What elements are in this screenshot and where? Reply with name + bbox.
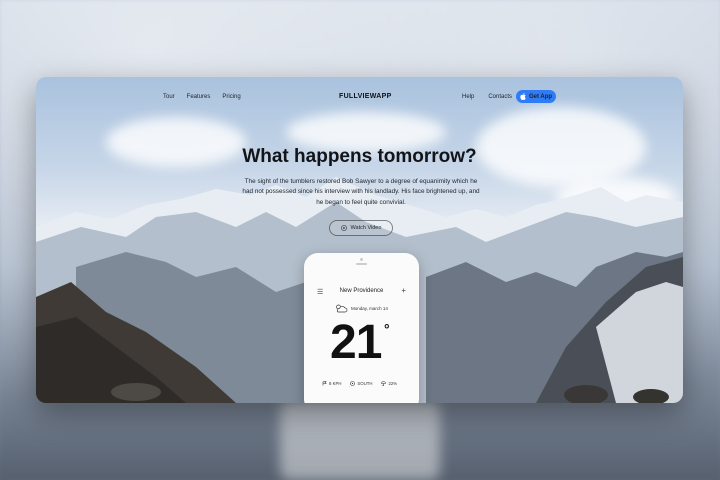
nav-link-pricing[interactable]: Pricing	[222, 94, 240, 100]
date-label: Monday, march 14	[351, 305, 388, 311]
humidity-value: 22%	[388, 381, 398, 386]
phone-mockup: ☰ New Providence + Monday, march 14 21 °…	[304, 253, 419, 403]
nav-left-links: Tour Features Pricing	[163, 94, 241, 100]
get-app-button[interactable]: Get App	[516, 90, 556, 103]
get-app-label: Get App	[528, 93, 553, 100]
umbrella-icon	[381, 381, 387, 386]
nav-link-help[interactable]: Help	[462, 94, 474, 100]
logo[interactable]: FULLVIEWAPP	[339, 93, 392, 100]
direction-stat: SOUTH	[350, 381, 372, 386]
website-preview: Tour Features Pricing FULLVIEWAPP Help C…	[36, 77, 683, 403]
phone-camera	[360, 258, 363, 261]
nav-right-links: Help Contacts	[462, 94, 512, 100]
wind-stat: 8 KPH	[322, 381, 341, 386]
wind-flag-icon	[322, 381, 327, 386]
apple-icon	[520, 93, 526, 100]
top-navigation: Tour Features Pricing FULLVIEWAPP Help C…	[36, 77, 683, 117]
direction-value: SOUTH	[357, 381, 373, 386]
weather-stats: 8 KPH SOUTH 22%	[322, 381, 397, 386]
compass-icon	[350, 381, 356, 386]
hero-description: The sight of the tumblers restored Bob S…	[242, 178, 480, 206]
play-icon	[340, 225, 347, 231]
hero-title: What happens tomorrow?	[242, 146, 477, 167]
blurred-background-phone	[280, 400, 440, 480]
temperature-value: 21	[330, 316, 382, 369]
watch-video-button[interactable]: Watch Video	[329, 220, 393, 236]
date-row: Monday, march 14	[334, 303, 388, 313]
nav-link-tour[interactable]: Tour	[163, 94, 175, 100]
humidity-stat: 22%	[381, 381, 397, 386]
nav-link-contacts[interactable]: Contacts	[488, 94, 512, 100]
nav-link-features[interactable]: Features	[187, 94, 211, 100]
wind-value: 8 KPH	[329, 381, 342, 386]
add-icon[interactable]: +	[401, 286, 406, 295]
cloud-sun-icon	[336, 304, 348, 313]
degree-symbol: °	[384, 321, 390, 337]
phone-speaker	[356, 263, 367, 265]
watch-video-label: Watch Video	[350, 225, 382, 231]
